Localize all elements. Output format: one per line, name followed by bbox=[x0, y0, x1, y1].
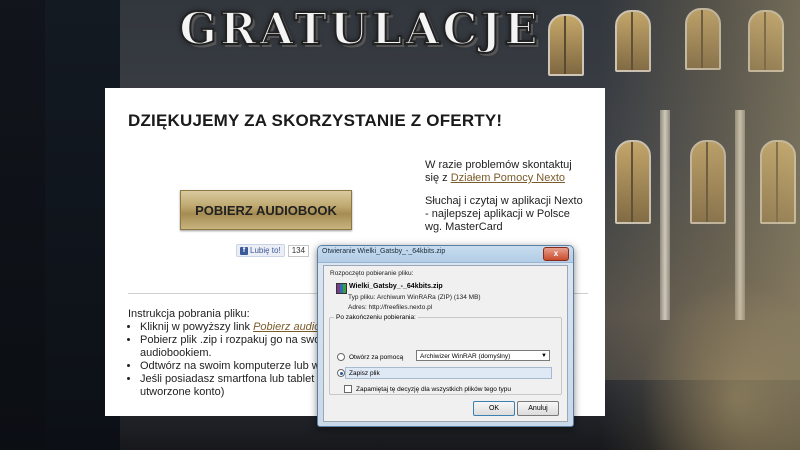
file-type-value: Archiwum WinRARa (ZIP) (134 MB) bbox=[376, 294, 481, 301]
save-file-label: Zapisz plik bbox=[349, 369, 380, 377]
card-heading: DZIĘKUJEMY ZA SKORZYSTANIE Z OFERTY! bbox=[128, 111, 503, 130]
file-name: Wielki_Gatsby_-_64kbits.zip bbox=[349, 283, 443, 290]
download-started-label: Rozpoczęto pobieranie pliku: bbox=[330, 270, 414, 277]
open-with-value: Archiwizer WinRAR (domyślny) bbox=[420, 353, 511, 360]
open-with-option[interactable]: Otwórz za pomocą bbox=[337, 353, 403, 361]
side-info: W razie problemów skontaktuj się z Dział… bbox=[425, 159, 585, 244]
open-with-select[interactable]: Archiwizer WinRAR (domyślny) ▼ bbox=[416, 350, 550, 361]
remember-checkbox[interactable] bbox=[344, 385, 352, 393]
dialog-title: Otwieranie Wielki_Gatsby_-_64kbits.zip bbox=[322, 248, 446, 255]
background-tree bbox=[0, 0, 45, 450]
open-with-label: Otwórz za pomocą bbox=[349, 353, 404, 361]
save-file-radio[interactable] bbox=[337, 369, 345, 377]
remember-label: Zapamiętaj tę decyzję dla wszystkich pli… bbox=[356, 385, 511, 393]
instruction-text: Kliknij w powyższy link bbox=[140, 321, 254, 333]
file-address: Adres: http://freefiles.nexto.pl bbox=[348, 304, 432, 311]
facebook-like: f Lubię to! 134 bbox=[236, 244, 310, 257]
background-glow bbox=[600, 0, 800, 450]
like-count: 134 bbox=[287, 244, 310, 257]
cancel-button[interactable]: Anuluj bbox=[517, 401, 559, 416]
app-text: Słuchaj i czytaj w aplikacji Nexto - naj… bbox=[425, 195, 583, 233]
page-title: GRATULACJE bbox=[178, 3, 541, 56]
facebook-icon: f bbox=[240, 246, 248, 255]
facebook-like-button[interactable]: f Lubię to! bbox=[236, 244, 285, 257]
help-text: W razie problemów skontaktuj się z Dział… bbox=[425, 159, 585, 185]
address-value: http://freefiles.nexto.pl bbox=[368, 304, 433, 311]
winrar-archive-icon bbox=[336, 283, 347, 294]
dialog-titlebar[interactable]: Otwieranie Wielki_Gatsby_-_64kbits.zip x bbox=[318, 246, 573, 263]
like-label: Lubię to! bbox=[250, 246, 281, 255]
file-type-label: Typ pliku: bbox=[348, 294, 376, 301]
file-type: Typ pliku: Archiwum WinRARa (ZIP) (134 M… bbox=[348, 294, 481, 301]
open-with-radio[interactable] bbox=[337, 353, 345, 361]
dialog-body: Rozpoczęto pobieranie pliku: Wielki_Gats… bbox=[323, 265, 568, 422]
chevron-down-icon: ▼ bbox=[541, 353, 547, 359]
address-label: Adres: bbox=[348, 304, 367, 311]
download-dialog: Otwieranie Wielki_Gatsby_-_64kbits.zip x… bbox=[317, 245, 574, 427]
help-link[interactable]: Działem Pomocy Nexto bbox=[451, 172, 565, 184]
download-audiobook-button[interactable]: POBIERZ AUDIOBOOK bbox=[180, 190, 352, 230]
remember-decision-option[interactable]: Zapamiętaj tę decyzję dla wszystkich pli… bbox=[344, 385, 511, 393]
ok-button[interactable]: OK bbox=[473, 401, 515, 416]
close-button[interactable]: x bbox=[543, 247, 569, 261]
save-file-option[interactable]: Zapisz plik bbox=[337, 369, 380, 377]
group-label: Po zakończeniu pobierania: bbox=[334, 314, 418, 321]
